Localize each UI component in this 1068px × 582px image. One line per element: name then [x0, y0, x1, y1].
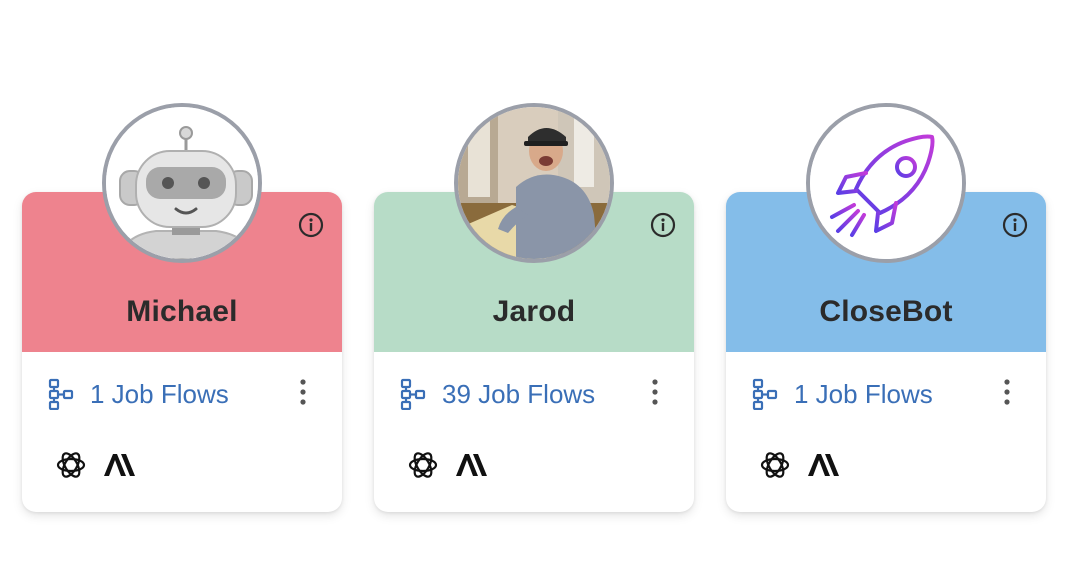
agent-name: Jarod [492, 295, 576, 328]
card-header: Jarod [374, 103, 694, 352]
agent-card-closebot[interactable]: CloseBot 1 Job Flows [726, 103, 1046, 512]
workflow-icon [48, 378, 74, 410]
agent-name: Michael [126, 295, 238, 328]
job-flows-link[interactable]: 39 Job Flows [400, 378, 595, 410]
more-options-icon[interactable] [998, 378, 1016, 408]
person-photo [454, 103, 614, 263]
workflow-icon [400, 378, 426, 410]
rocket-logo [806, 103, 966, 263]
anthropic-icon [808, 454, 839, 476]
info-icon[interactable] [650, 212, 676, 238]
model-list [54, 448, 150, 482]
job-flows-link[interactable]: 1 Job Flows [48, 378, 229, 410]
agent-card-michael[interactable]: Michael 1 Job Flows [22, 103, 342, 512]
info-icon[interactable] [1002, 212, 1028, 238]
robot-avatar [102, 103, 262, 263]
agent-name: CloseBot [819, 295, 953, 328]
job-flows-label: 1 Job Flows [90, 378, 229, 409]
more-options-icon[interactable] [294, 378, 312, 408]
info-icon[interactable] [298, 212, 324, 238]
agent-card-jarod[interactable]: Jarod 39 Job Flows [374, 103, 694, 512]
job-flows-label: 1 Job Flows [794, 378, 933, 409]
openai-icon [760, 452, 790, 478]
card-header: CloseBot [726, 103, 1046, 352]
anthropic-icon [456, 454, 487, 476]
card-header: Michael [22, 103, 342, 352]
more-options-icon[interactable] [646, 378, 664, 408]
job-flows-link[interactable]: 1 Job Flows [752, 378, 933, 410]
job-flows-label: 39 Job Flows [442, 378, 596, 409]
workflow-icon [752, 378, 778, 410]
model-list [406, 448, 502, 482]
anthropic-icon [104, 454, 135, 476]
openai-icon [56, 452, 86, 478]
openai-icon [408, 452, 438, 478]
model-list [758, 448, 854, 482]
